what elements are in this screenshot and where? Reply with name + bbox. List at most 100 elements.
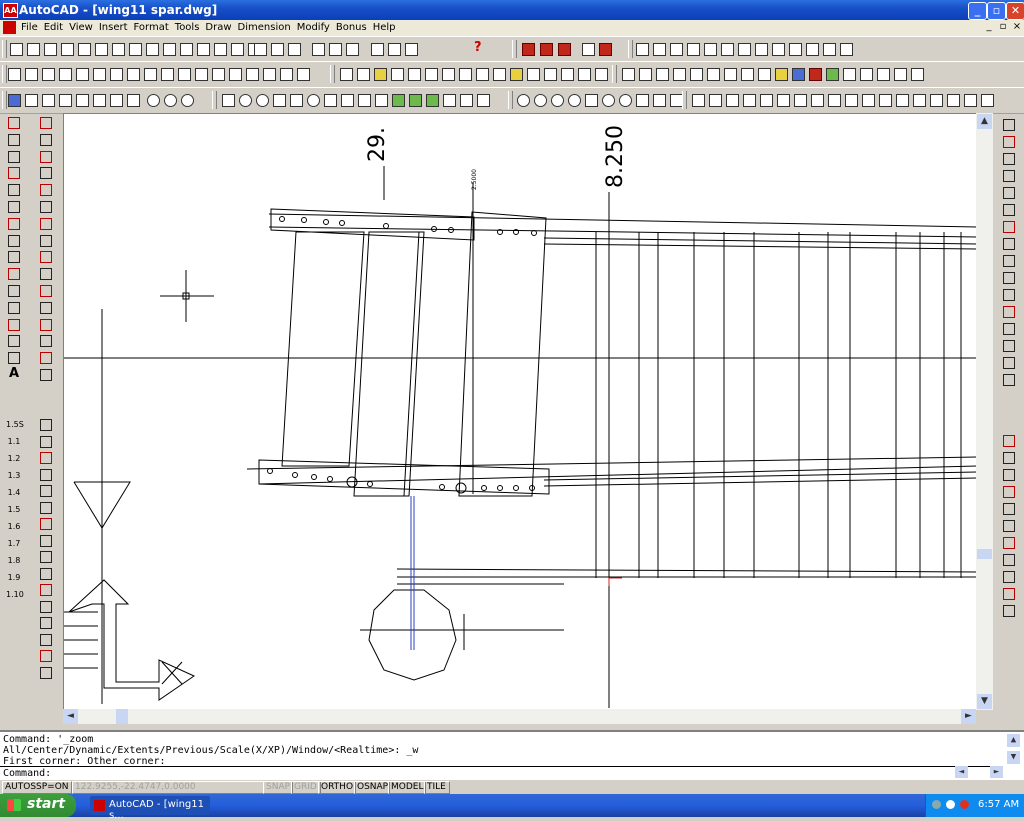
- zoom-tool-button-icon[interactable]: [549, 92, 565, 108]
- spline-tool-icon[interactable]: [6, 249, 22, 265]
- undo-redo-tool-button-icon[interactable]: [212, 41, 228, 57]
- modify-solid-tool-button-icon[interactable]: [593, 66, 609, 82]
- osnap-quick-icon[interactable]: [1001, 338, 1017, 354]
- move-tool-icon[interactable]: [38, 199, 54, 215]
- doc-close-button[interactable]: ×: [1010, 21, 1024, 32]
- xline-tool-icon[interactable]: [6, 149, 22, 165]
- scroll-up-arrow[interactable]: ▲: [977, 114, 992, 129]
- inquiry-tool-icon[interactable]: [38, 434, 54, 450]
- doc-minimize-button[interactable]: _: [982, 21, 996, 32]
- standard-tool-button-icon[interactable]: [161, 41, 177, 57]
- modify-solid-tool-button-icon[interactable]: [508, 66, 524, 82]
- solid-tool-button-icon[interactable]: [23, 66, 39, 82]
- osnap-node-icon[interactable]: [1001, 304, 1017, 320]
- menu-insert[interactable]: Insert: [98, 22, 133, 33]
- osnap-apparent-intersection-icon[interactable]: [1001, 202, 1017, 218]
- layer-tool-button-icon[interactable]: [538, 41, 554, 57]
- standard-tool-button-icon[interactable]: [8, 41, 24, 57]
- solid-tool-button-icon[interactable]: [159, 66, 175, 82]
- osnap-none-icon[interactable]: [1001, 355, 1017, 371]
- object-tool-button-icon[interactable]: [271, 92, 287, 108]
- render-tool-button-icon[interactable]: [722, 66, 738, 82]
- layer-marker-5[interactable]: 1.5: [6, 502, 22, 518]
- view-tool-button-icon[interactable]: [651, 41, 667, 57]
- pan-tool-button-icon[interactable]: [344, 41, 360, 57]
- modify-solid-tool-button-icon[interactable]: [542, 66, 558, 82]
- standard-tool-button-icon[interactable]: [76, 41, 92, 57]
- render-tool-button-icon[interactable]: [909, 66, 925, 82]
- zoom-tool-button-icon[interactable]: [566, 92, 582, 108]
- view-tool-icon[interactable]: [1001, 501, 1017, 517]
- view-tool-button-icon[interactable]: [736, 41, 752, 57]
- osnap-nearest-icon[interactable]: [1001, 321, 1017, 337]
- zoom-tool-button-icon[interactable]: [515, 92, 531, 108]
- draw-order-tool-button-icon[interactable]: [23, 92, 39, 108]
- horizontal-scrollbar[interactable]: ◄ ►: [63, 709, 976, 724]
- rectangle-tool-icon[interactable]: [6, 199, 22, 215]
- modify-solid-tool-button-icon[interactable]: [355, 66, 371, 82]
- erase-tool-icon[interactable]: [38, 115, 54, 131]
- command-scroll-right[interactable]: ►: [990, 766, 1003, 778]
- draw-order-tool-button-icon[interactable]: [6, 92, 22, 108]
- ellipse-tool-icon[interactable]: [6, 266, 22, 282]
- shade-tool-button-icon[interactable]: [821, 41, 837, 57]
- dimension-tool-button-icon[interactable]: [724, 92, 740, 108]
- vertical-scrollbar[interactable]: ▲ ▼: [976, 113, 993, 710]
- status-toggle-model[interactable]: MODEL: [388, 781, 426, 794]
- dimension-tool-button-icon[interactable]: [911, 92, 927, 108]
- osnap-midpoint-icon[interactable]: [1001, 168, 1017, 184]
- coordinate-display[interactable]: 122.9255,-22.4747,0.0000: [72, 781, 264, 794]
- layer-marker-10[interactable]: 1.10: [6, 587, 24, 603]
- modify-solid-tool-button-icon[interactable]: [525, 66, 541, 82]
- layer-marker-9[interactable]: 1.9: [6, 570, 22, 586]
- object-tool-button-icon[interactable]: [441, 92, 457, 108]
- draw-order-tool-button-icon[interactable]: [57, 92, 73, 108]
- break-tool-icon[interactable]: [38, 317, 54, 333]
- command-scroll-up[interactable]: ▲: [1007, 734, 1020, 747]
- render-tool-button-icon[interactable]: [705, 66, 721, 82]
- object-tool-button-icon[interactable]: [373, 92, 389, 108]
- modify-solid-tool-button-icon[interactable]: [457, 66, 473, 82]
- solid-tool-button-icon[interactable]: [176, 66, 192, 82]
- solid-tool-button-icon[interactable]: [57, 66, 73, 82]
- layer-tool-button-icon[interactable]: [556, 41, 572, 57]
- layer-tool-button-icon[interactable]: [520, 41, 536, 57]
- inquiry-tool-icon[interactable]: [38, 417, 54, 433]
- inquiry-tool-icon[interactable]: [38, 549, 54, 565]
- shade-tool-button-icon[interactable]: [770, 41, 786, 57]
- inquiry-tool-icon[interactable]: [38, 665, 54, 681]
- polygon-tool-icon[interactable]: [6, 182, 22, 198]
- modify-solid-tool-button-icon[interactable]: [338, 66, 354, 82]
- view-tool-icon[interactable]: [1001, 569, 1017, 585]
- modify-solid-tool-button-icon[interactable]: [423, 66, 439, 82]
- solid-tool-button-icon[interactable]: [278, 66, 294, 82]
- mirror-tool-icon[interactable]: [38, 149, 54, 165]
- solid-tool-button-icon[interactable]: [108, 66, 124, 82]
- osnap-tangent-icon[interactable]: [1001, 253, 1017, 269]
- view-tool-icon[interactable]: [1001, 518, 1017, 534]
- copy-tool-icon[interactable]: [38, 132, 54, 148]
- view-tool-button-icon[interactable]: [668, 41, 684, 57]
- status-toggle-ortho[interactable]: ORTHO: [318, 781, 356, 794]
- layer-marker-2[interactable]: 1.2: [6, 451, 22, 467]
- standard-tool-button-icon[interactable]: [110, 41, 126, 57]
- drawing-canvas[interactable]: 29. 8.250 2.5000: [63, 113, 977, 710]
- layer-marker-4[interactable]: 1.4: [6, 485, 22, 501]
- block-tool-icon[interactable]: [6, 283, 22, 299]
- view-tool-button-icon[interactable]: [719, 41, 735, 57]
- dimension-tool-button-icon[interactable]: [979, 92, 995, 108]
- modify-solid-tool-button-icon[interactable]: [491, 66, 507, 82]
- inquiry-tool-icon[interactable]: [38, 467, 54, 483]
- zoom-tool-button-icon[interactable]: [651, 92, 667, 108]
- status-toggle-snap[interactable]: SNAP: [263, 781, 293, 794]
- toolbar-grip[interactable]: [330, 65, 335, 83]
- zoom-tool-button-icon[interactable]: [269, 41, 285, 57]
- snap-tool-button-icon[interactable]: [403, 41, 419, 57]
- render-tool-button-icon[interactable]: [841, 66, 857, 82]
- solid-tool-button-icon[interactable]: [40, 66, 56, 82]
- standard-tool-button-icon[interactable]: [195, 41, 211, 57]
- osnap-perpendicular-icon[interactable]: [1001, 270, 1017, 286]
- solid-tool-button-icon[interactable]: [261, 66, 277, 82]
- zoom-tool-button-icon[interactable]: [252, 41, 268, 57]
- dimension-tool-button-icon[interactable]: [758, 92, 774, 108]
